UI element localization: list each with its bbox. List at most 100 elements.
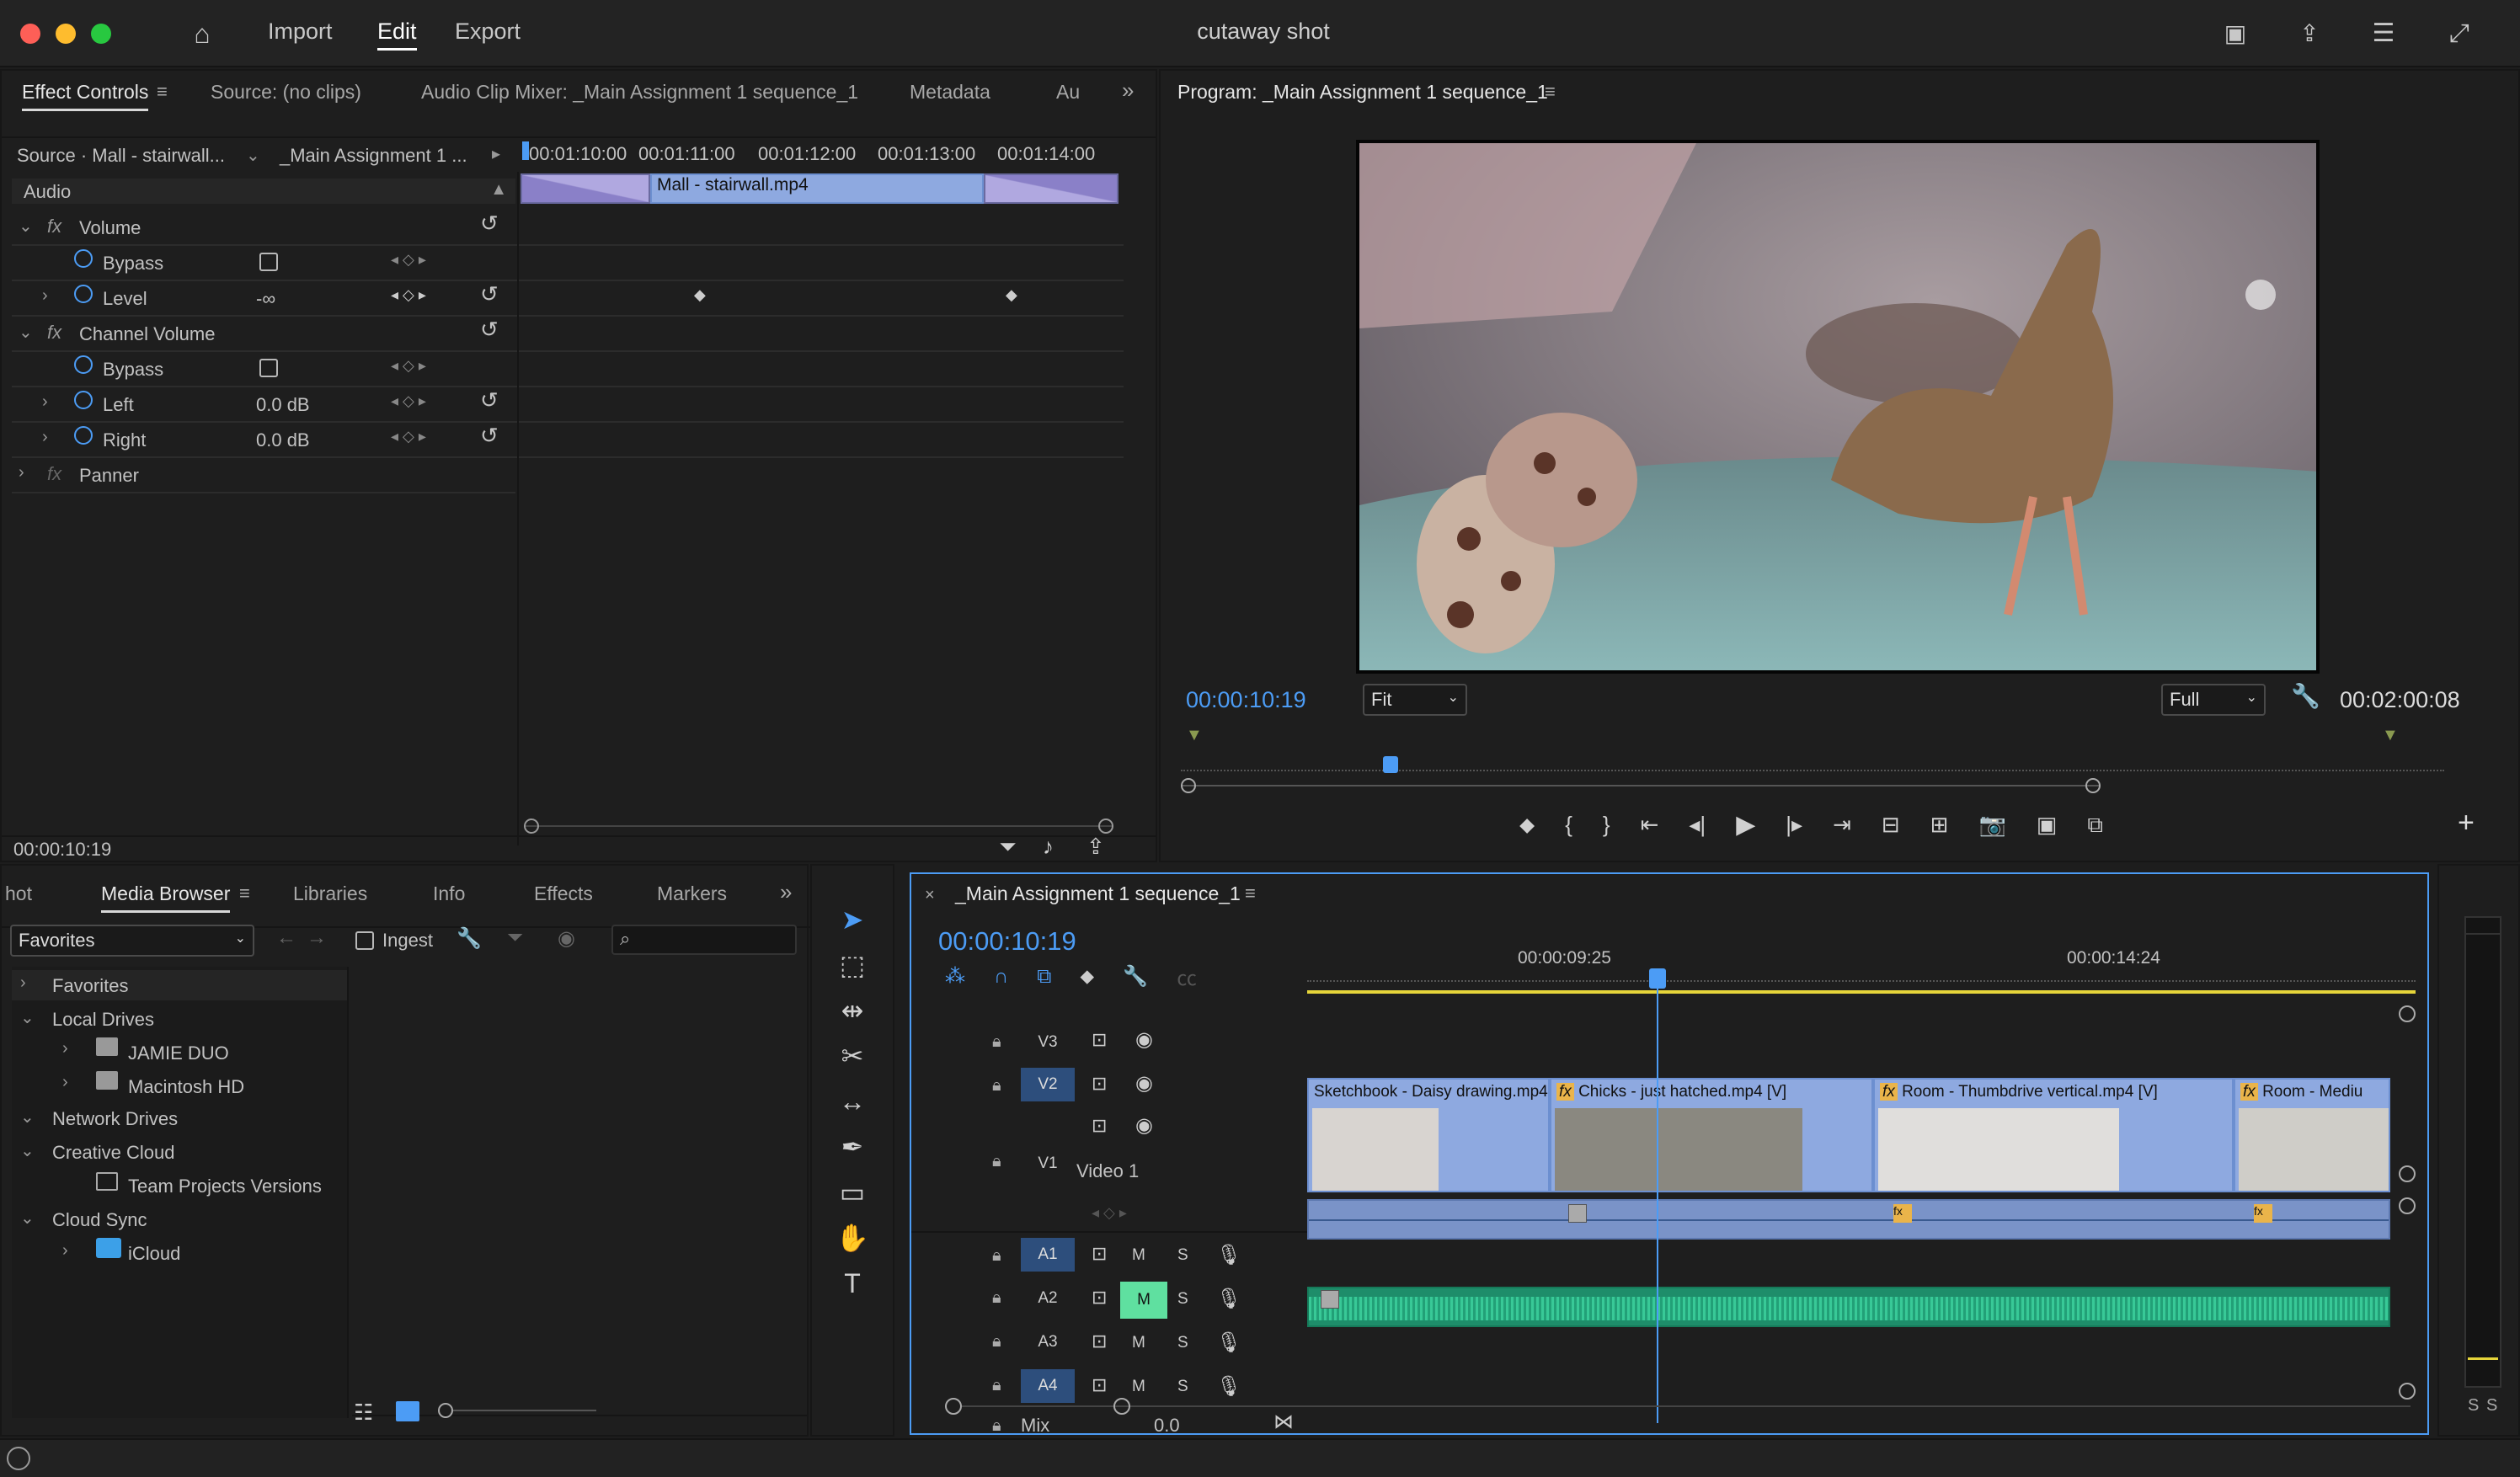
- mix-value[interactable]: 0.0: [1154, 1415, 1180, 1437]
- lock-icon[interactable]: 🔒︎: [992, 1246, 1001, 1266]
- work-area-bar[interactable]: [1307, 990, 2416, 994]
- step-forward-icon[interactable]: |▸: [1786, 812, 1802, 838]
- track-scroll-handle[interactable]: [2399, 1005, 2416, 1022]
- sync-lock-icon[interactable]: ⊡: [1092, 1287, 1107, 1309]
- tree-local-drives[interactable]: Local Drives: [52, 1009, 154, 1031]
- lock-icon[interactable]: 🔒︎: [992, 1076, 1001, 1096]
- wrench-icon[interactable]: 🔧: [1123, 964, 1148, 989]
- close-window-button[interactable]: [20, 24, 40, 44]
- keyframe-nav-icon[interactable]: ◂ ◇ ▸: [391, 286, 426, 304]
- mark-out-icon[interactable]: }: [1603, 812, 1610, 838]
- sync-lock-icon[interactable]: ⊡: [1092, 1115, 1107, 1137]
- keyframe-nav-icon[interactable]: ◂ ◇ ▸: [391, 392, 426, 410]
- program-ruler[interactable]: [1181, 760, 2444, 771]
- stopwatch-icon[interactable]: [74, 249, 93, 268]
- expand-level-icon[interactable]: ›: [42, 286, 48, 306]
- tree-jamie-duo[interactable]: JAMIE DUO: [128, 1042, 229, 1064]
- export-frame-icon[interactable]: 📷: [1978, 812, 2005, 838]
- workspaces-icon[interactable]: ☰: [2367, 17, 2400, 51]
- program-timecode[interactable]: 00:00:10:19: [1186, 687, 1306, 713]
- share-icon[interactable]: ⇪: [2293, 17, 2326, 51]
- slip-tool-icon[interactable]: ↔: [834, 1083, 871, 1120]
- timeline-zoom-bar[interactable]: [945, 1398, 2411, 1415]
- ec-clip[interactable]: Mall - stairwall.mp4: [650, 173, 984, 204]
- right-value[interactable]: 0.0 dB: [256, 429, 310, 451]
- reset-level-icon[interactable]: ↺: [480, 281, 499, 307]
- tree-creative-cloud[interactable]: Creative Cloud: [52, 1142, 175, 1164]
- minimize-window-button[interactable]: [56, 24, 76, 44]
- mark-in-icon[interactable]: {: [1565, 812, 1572, 838]
- expand-volume-icon[interactable]: ⌄: [19, 216, 33, 237]
- stopwatch-icon[interactable]: [74, 285, 93, 303]
- add-marker-icon[interactable]: ⬥: [1519, 812, 1535, 839]
- nav-import[interactable]: Import: [268, 19, 333, 45]
- mute-a1-button[interactable]: M: [1132, 1246, 1145, 1265]
- tree-network-drives[interactable]: Network Drives: [52, 1108, 178, 1130]
- track-a1[interactable]: A1: [1021, 1238, 1075, 1272]
- ripple-edit-tool-icon[interactable]: ⇹: [834, 992, 871, 1029]
- snap-icon[interactable]: ∩: [994, 965, 1008, 989]
- clip-chicks[interactable]: fx Chicks - just hatched.mp4 [V]: [1550, 1078, 1873, 1192]
- track-v3[interactable]: V3: [1021, 1026, 1075, 1059]
- more-tabs-icon[interactable]: »: [1122, 77, 1134, 104]
- expand-panner-icon[interactable]: ›: [19, 463, 24, 483]
- solo-left-button[interactable]: S: [2468, 1396, 2479, 1416]
- tab-markers[interactable]: Markers: [657, 882, 727, 905]
- go-to-in-icon[interactable]: ⇤: [1641, 812, 1659, 838]
- lift-icon[interactable]: ⊟: [1882, 812, 1900, 838]
- track-a3[interactable]: A3: [1021, 1325, 1075, 1359]
- tab-libraries[interactable]: Libraries: [293, 882, 367, 905]
- sync-lock-icon[interactable]: ⊡: [1092, 1243, 1107, 1265]
- timeline-timecode[interactable]: 00:00:10:19: [938, 926, 1076, 957]
- tree-favorites[interactable]: Favorites: [52, 975, 128, 997]
- clip-sketchbook[interactable]: Sketchbook - Daisy drawing.mp4: [1307, 1078, 1550, 1192]
- solo-a2-button[interactable]: S: [1177, 1290, 1188, 1309]
- linked-selection-icon[interactable]: ⧉: [1037, 965, 1051, 989]
- timeline-playhead[interactable]: [1649, 968, 1666, 989]
- go-to-out-icon[interactable]: ⇥: [1833, 812, 1851, 838]
- thumbnail-size-slider[interactable]: [438, 1403, 598, 1418]
- bypass-checkbox[interactable]: [259, 253, 278, 271]
- track-scroll-handle[interactable]: [2399, 1197, 2416, 1214]
- comparison-view-icon[interactable]: ▣: [2037, 812, 2058, 838]
- tab-info[interactable]: Info: [433, 882, 465, 905]
- clip-room-medium[interactable]: fx Room - Mediu: [2234, 1078, 2390, 1192]
- level-value[interactable]: -∞: [256, 288, 275, 310]
- left-value[interactable]: 0.0 dB: [256, 394, 310, 416]
- play-only-audio-icon[interactable]: ▸: [492, 143, 500, 164]
- keyframe-nav-icon[interactable]: ◂ ◇ ▸: [391, 428, 426, 445]
- keyframe-icon[interactable]: ◆: [694, 286, 706, 304]
- tree-cloud-sync[interactable]: Cloud Sync: [52, 1209, 147, 1231]
- tab-audio-truncated[interactable]: Au: [1056, 81, 1080, 104]
- tab-media-browser[interactable]: Media Browser: [101, 882, 231, 913]
- expand-channel-volume-icon[interactable]: ⌄: [19, 322, 33, 343]
- track-scroll-handle[interactable]: [2399, 1165, 2416, 1182]
- quality-dropdown[interactable]: Full ⌄: [2161, 684, 2266, 716]
- lock-icon[interactable]: 🔒︎: [992, 1376, 1001, 1395]
- lock-icon[interactable]: 🔒︎: [992, 1288, 1001, 1308]
- sync-lock-icon[interactable]: ⊡: [1092, 1073, 1107, 1095]
- keyframe-nav-icon[interactable]: ◂ ◇ ▸: [1092, 1204, 1127, 1222]
- panel-menu-icon[interactable]: ≡: [1245, 882, 1256, 904]
- tab-effects[interactable]: Effects: [534, 882, 593, 905]
- reset-left-icon[interactable]: ↺: [480, 387, 499, 413]
- type-tool-icon[interactable]: T: [834, 1265, 871, 1302]
- microphone-icon[interactable]: 🎙︎: [1216, 1374, 1241, 1399]
- back-icon[interactable]: ←: [276, 926, 296, 950]
- bypass-checkbox[interactable]: [259, 359, 278, 377]
- track-a2[interactable]: A2: [1021, 1282, 1075, 1315]
- mute-a3-button[interactable]: M: [1132, 1334, 1145, 1352]
- ec-zoom-scrollbar[interactable]: [524, 818, 1113, 834]
- lock-icon[interactable]: 🔒︎: [992, 1152, 1001, 1171]
- toggle-proxies-icon[interactable]: ⧉: [2087, 812, 2103, 839]
- microphone-icon[interactable]: 🎙︎: [1216, 1243, 1241, 1267]
- stopwatch-icon[interactable]: [74, 391, 93, 409]
- keyframe-icon[interactable]: ◆: [1006, 286, 1017, 304]
- ec-timecode[interactable]: 00:00:10:19: [13, 839, 111, 861]
- solo-a4-button[interactable]: S: [1177, 1378, 1188, 1396]
- stopwatch-icon[interactable]: [74, 355, 93, 374]
- panel-menu-icon[interactable]: ≡: [1545, 81, 1556, 103]
- ingest-checkbox[interactable]: [355, 931, 374, 950]
- wrench-icon[interactable]: 🔧: [456, 926, 482, 951]
- expand-right-icon[interactable]: ›: [42, 428, 48, 447]
